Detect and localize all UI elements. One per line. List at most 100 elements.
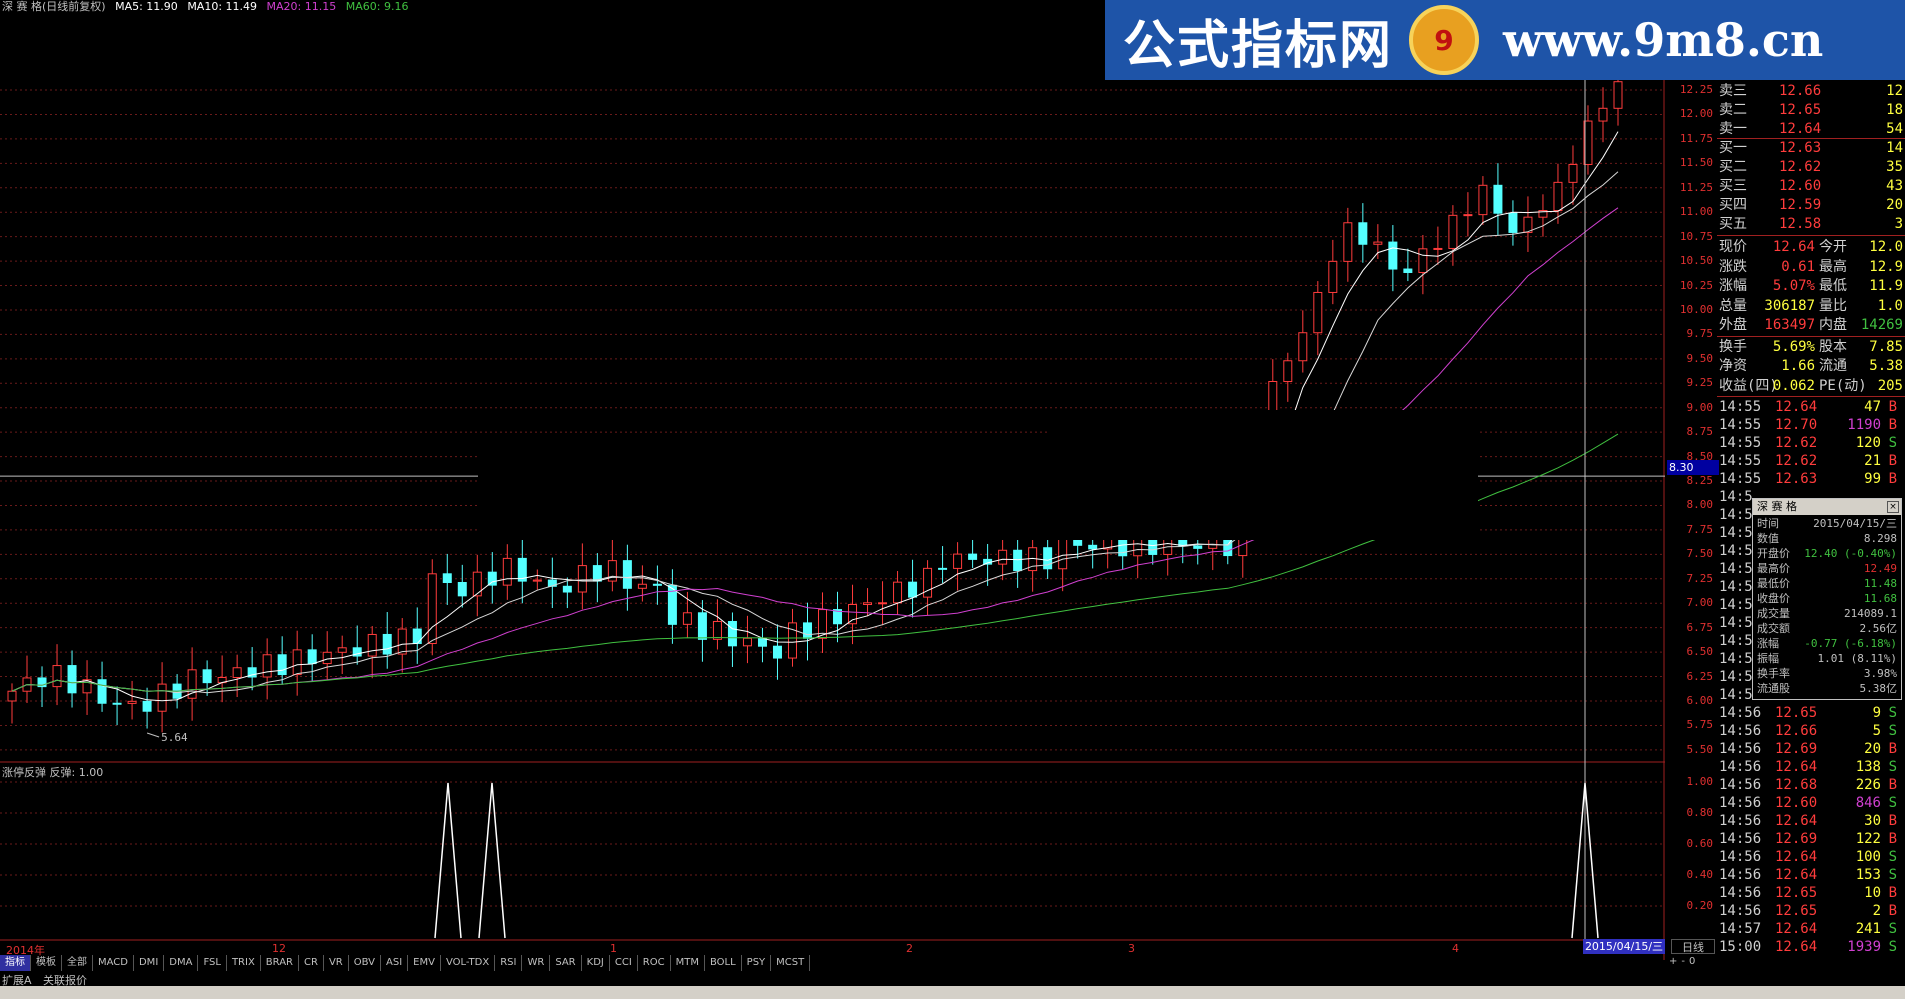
indicator-tab[interactable]: 指标 <box>0 955 31 971</box>
popup-row: 换手率 3.98% <box>1753 666 1901 681</box>
price-tick: 10.75 <box>1679 229 1713 243</box>
indicator-tab[interactable]: VR <box>324 955 349 971</box>
tick-price: 12.63 <box>1775 471 1818 487</box>
indicator-tab[interactable]: VOL-TDX <box>441 955 496 971</box>
candles <box>7 69 1623 733</box>
indicator-tab[interactable]: DMI <box>134 955 165 971</box>
taskbar <box>0 986 1905 999</box>
low-price-pointer <box>146 732 160 738</box>
candle-body <box>1343 222 1353 262</box>
candle-body <box>472 571 482 597</box>
indicator-tab[interactable]: KDJ <box>582 955 610 971</box>
quote-value: 5.69% <box>1772 338 1815 355</box>
period-selector[interactable]: 日线 <box>1671 939 1715 954</box>
order-book-row: 买五 12.58 3 <box>1717 215 1905 233</box>
zoom-button[interactable]: - <box>1681 956 1685 970</box>
tick-time: 14:5 <box>1719 525 1753 541</box>
popup-row-value: 1.01 (8.11%) <box>1817 652 1897 665</box>
popup-row-label: 换手率 <box>1757 667 1790 680</box>
quote-value: 12.64 <box>1772 239 1815 255</box>
price-tick: 10.25 <box>1679 278 1713 292</box>
indicator-tab[interactable]: ASI <box>381 955 409 971</box>
quote-value: 5.07% <box>1772 278 1815 294</box>
tick-row: 14:55 12.70 1190 B <box>1717 416 1905 434</box>
date-axis: 2014年 12 1 2 3 4 <box>0 942 1665 957</box>
candle-body <box>1373 241 1383 245</box>
indicator-tab[interactable]: TRIX <box>227 955 261 971</box>
order-book-row: 买四 12.59 20 <box>1717 196 1905 214</box>
popup-row-label: 最低价 <box>1757 577 1790 590</box>
kline-chart-svg[interactable]: 5.64 <box>0 0 1665 960</box>
indicator-tab[interactable]: ROC <box>638 955 671 971</box>
tick-side: B <box>1888 813 1897 829</box>
price-tick: 6.50 <box>1686 645 1714 659</box>
indicator-tab[interactable]: 模板 <box>31 955 62 971</box>
candle-body <box>757 637 767 647</box>
price-tick: 7.25 <box>1686 571 1714 585</box>
popup-row-value: 11.48 <box>1863 577 1897 590</box>
indicator-tab[interactable]: BOLL <box>705 955 742 971</box>
order-book-volume: 35 <box>1886 159 1903 175</box>
bar-info-popup[interactable]: 深 赛 格 × 时间 2015/04/15/三 数值 8.298 开盘价 12.40 (-… <box>1752 498 1902 700</box>
indicator-tab[interactable]: CCI <box>610 955 638 971</box>
indicator-spike <box>478 782 506 939</box>
tick-price: 12.62 <box>1775 435 1818 451</box>
candle-body <box>487 571 497 586</box>
tick-price: 12.69 <box>1775 831 1818 847</box>
indicator-tab[interactable]: 全部 <box>62 955 93 971</box>
tick-row: 14:56 12.66 5 S <box>1717 722 1905 740</box>
indicator-tab[interactable]: MACD <box>93 955 134 971</box>
quote-row: 现价 12.64 今开 12.0 <box>1717 238 1905 256</box>
kline-chart-area[interactable]: 5.64 <box>0 0 1665 960</box>
order-book-row: 卖一 12.64 54 <box>1717 120 1905 138</box>
stock-name: 深 赛 格 <box>2 0 42 13</box>
candle-body <box>1448 214 1458 249</box>
quote-label: 净资 <box>1719 358 1747 374</box>
tick-price: 12.69 <box>1775 741 1818 757</box>
tick-price: 12.64 <box>1775 921 1818 937</box>
tick-volume: 5 <box>1872 723 1881 739</box>
indicator-tab[interactable]: MTM <box>671 955 705 971</box>
popup-row-value: 12.40 (-0.40%) <box>1804 547 1897 560</box>
candle-body <box>427 573 437 645</box>
candle-body <box>337 647 347 653</box>
tick-price: 12.66 <box>1775 723 1818 739</box>
candle-body <box>1283 360 1293 382</box>
indicator-tab[interactable]: EMV <box>408 955 441 971</box>
indicator-tab[interactable]: SAR <box>550 955 582 971</box>
candle-body <box>863 602 873 605</box>
tick-row: 14:55 12.62 120 S <box>1717 434 1905 452</box>
tick-side: B <box>1888 903 1897 919</box>
popup-title-bar[interactable]: 深 赛 格 × <box>1753 499 1901 515</box>
indicator-tab[interactable]: WR <box>522 955 551 971</box>
zoom-button[interactable]: + <box>1669 956 1677 970</box>
indicator-tab[interactable]: MCST <box>771 955 811 971</box>
popup-row-label: 成交额 <box>1757 622 1790 635</box>
order-book-volume: 18 <box>1886 102 1903 118</box>
price-tick: 9.00 <box>1686 400 1714 414</box>
indicator-tab[interactable]: BRAR <box>261 955 299 971</box>
price-tick: 12.00 <box>1679 107 1713 121</box>
quote-row: 净资 1.66 流通 5.38 <box>1717 357 1905 375</box>
quote-value: 12.9 <box>1869 258 1903 275</box>
popup-row: 时间 2015/04/15/三 <box>1753 516 1901 531</box>
quote-label: 内盘 <box>1819 317 1847 333</box>
popup-row-value: 8.298 <box>1863 532 1897 545</box>
indicator-tab[interactable]: DMA <box>164 955 199 971</box>
tick-side: S <box>1888 435 1897 451</box>
order-book-volume: 3 <box>1894 216 1903 232</box>
indicator-tab[interactable]: CR <box>299 955 324 971</box>
indicator-tab[interactable]: RSI <box>495 955 523 971</box>
indicator-tab[interactable]: OBV <box>349 955 381 971</box>
close-icon[interactable]: × <box>1887 501 1899 513</box>
indicator-tab[interactable]: FSL <box>198 955 227 971</box>
candle-body <box>1553 181 1563 212</box>
candle-body <box>577 565 587 593</box>
order-book-row: 卖三 12.66 12 <box>1717 82 1905 100</box>
candle-body <box>127 700 137 704</box>
tick-volume: 100 <box>1855 849 1881 865</box>
zoom-button[interactable]: 0 <box>1689 956 1695 970</box>
candle-body <box>787 622 797 659</box>
candle-body <box>97 679 107 704</box>
indicator-tab[interactable]: PSY <box>742 955 772 971</box>
